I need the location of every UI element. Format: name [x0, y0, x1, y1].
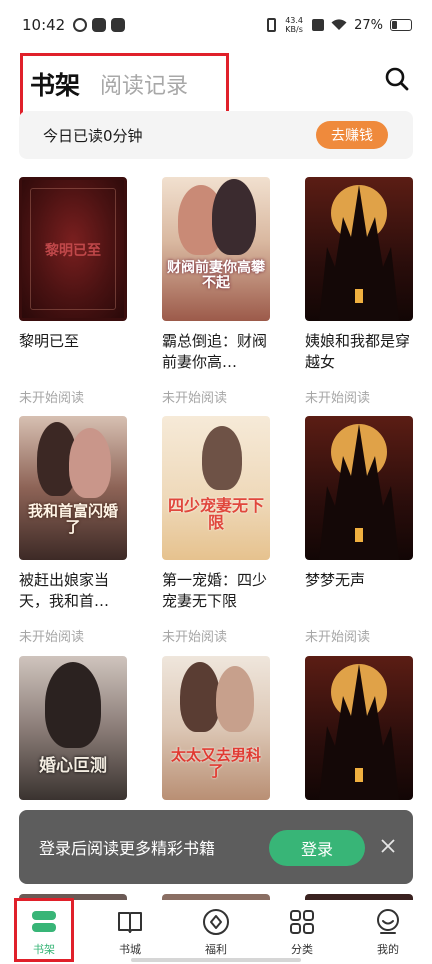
nav-label: 分类	[291, 943, 313, 956]
status-time: 10:42	[22, 16, 66, 34]
book-cover[interactable]: 太太又去男科了	[162, 656, 270, 800]
book-card[interactable]: 梦梦无声 未开始阅读	[305, 416, 415, 645]
book-status: 未开始阅读	[19, 391, 85, 406]
book-title: 黎明已至	[19, 332, 80, 350]
cover-figure	[212, 179, 256, 255]
book-card[interactable]: 黎明已至 黎明已至 未开始阅读	[19, 177, 129, 406]
mail-app-icon	[92, 18, 107, 32]
network-speed: 43.4 KB/s	[283, 16, 305, 34]
book-cover[interactable]	[305, 416, 413, 560]
cover-title: 婚心叵测	[39, 756, 107, 776]
nav-label: 福利	[205, 943, 227, 956]
home-indicator[interactable]	[131, 958, 301, 962]
book-cover[interactable]: 四少宠妻无下限	[162, 416, 270, 560]
castle-illustration	[319, 424, 399, 560]
book-card[interactable]: 姨娘和我都是穿越女 未开始阅读	[305, 177, 415, 406]
book-status: 未开始阅读	[162, 630, 228, 645]
book-title: 姨娘和我都是穿越女	[305, 332, 411, 371]
earn-money-button[interactable]: 去赚钱	[316, 121, 388, 149]
network-speed-value: 43.4	[285, 16, 303, 25]
book-cover[interactable]	[305, 177, 413, 321]
book-status: 未开始阅读	[162, 391, 228, 406]
reading-time-text: 今日已读0分钟	[43, 126, 143, 145]
book-card[interactable]: 财阀前妻你高攀不起 霸总倒追：财阀前妻你高… 未开始阅读	[162, 177, 272, 406]
book-cover[interactable]: 财阀前妻你高攀不起	[162, 177, 270, 321]
book-title: 霸总倒追：财阀前妻你高…	[162, 332, 268, 371]
battery-icon	[390, 19, 412, 31]
castle-illustration	[319, 664, 399, 800]
header: 书架 阅读记录	[0, 50, 432, 115]
nav-welfare[interactable]: 福利	[186, 908, 246, 957]
reading-time-bar: 今日已读0分钟 去赚钱	[19, 111, 413, 159]
nav-label: 书城	[119, 943, 141, 956]
profile-icon	[377, 909, 399, 934]
nav-bookstore[interactable]: 书城	[100, 908, 160, 957]
cover-figure	[202, 426, 242, 490]
cover-title: 黎明已至	[45, 243, 101, 259]
cover-title: 财阀前妻你高攀不起	[167, 260, 265, 291]
cover-figure	[216, 666, 254, 732]
book-cover[interactable]: 婚心叵测	[19, 656, 127, 800]
notification-app-icon	[73, 18, 88, 32]
network-speed-unit: KB/s	[285, 25, 303, 34]
book-title: 梦梦无声	[305, 571, 366, 589]
login-prompt-text: 登录后阅读更多精彩书籍	[39, 839, 216, 858]
cover-title: 太太又去男科了	[170, 746, 261, 780]
search-icon[interactable]	[384, 66, 410, 92]
book-status: 未开始阅读	[19, 630, 85, 645]
cover-figure	[180, 662, 220, 732]
book-status: 未开始阅读	[305, 630, 371, 645]
castle-illustration	[319, 185, 399, 321]
no-sim-icon	[312, 19, 325, 31]
grid-icon	[290, 910, 314, 934]
wifi-icon	[331, 19, 347, 30]
nav-active-highlight	[14, 898, 74, 962]
book-cover[interactable]: 我和首富闪婚了	[19, 416, 127, 560]
book-status: 未开始阅读	[305, 391, 371, 406]
vibrate-icon	[267, 18, 277, 32]
tab-bookshelf[interactable]: 书架	[30, 66, 80, 102]
nav-category[interactable]: 分类	[272, 908, 332, 957]
welfare-icon	[203, 909, 229, 935]
status-bar: 10:42 43.4 KB/s 27%	[0, 0, 432, 50]
nav-label: 我的	[377, 943, 399, 956]
book-cover[interactable]	[305, 656, 413, 800]
cover-figure	[45, 662, 101, 748]
login-button[interactable]: 登录	[269, 830, 365, 866]
book-card[interactable]: 太太又去男科了	[162, 656, 272, 800]
battery-percent: 27%	[354, 17, 383, 33]
header-tabs: 书架 阅读记录	[20, 53, 229, 115]
book-card[interactable]: 四少宠妻无下限 第一宠婚：四少宠妻无下限 未开始阅读	[162, 416, 272, 645]
login-banner: 登录后阅读更多精彩书籍 登录	[19, 810, 413, 884]
book-icon	[118, 912, 142, 933]
status-app-icons	[73, 18, 126, 32]
book-card[interactable]: 我和首富闪婚了 被赶出娘家当天，我和首… 未开始阅读	[19, 416, 129, 645]
battery-fill	[392, 21, 398, 29]
nav-profile[interactable]: 我的	[358, 908, 418, 957]
cover-title: 我和首富闪婚了	[27, 502, 118, 536]
book-card[interactable]: 婚心叵测	[19, 656, 129, 800]
cover-figure	[69, 428, 111, 498]
book-title: 被赶出娘家当天，我和首…	[19, 571, 110, 610]
cover-title: 四少宠妻无下限	[167, 496, 264, 532]
tiktok-app-icon	[111, 18, 126, 32]
book-title: 第一宠婚：四少宠妻无下限	[162, 571, 268, 610]
tab-reading-history[interactable]: 阅读记录	[100, 68, 188, 100]
close-icon[interactable]	[379, 837, 397, 855]
book-cover[interactable]: 黎明已至	[19, 177, 127, 321]
book-card[interactable]	[305, 656, 415, 800]
